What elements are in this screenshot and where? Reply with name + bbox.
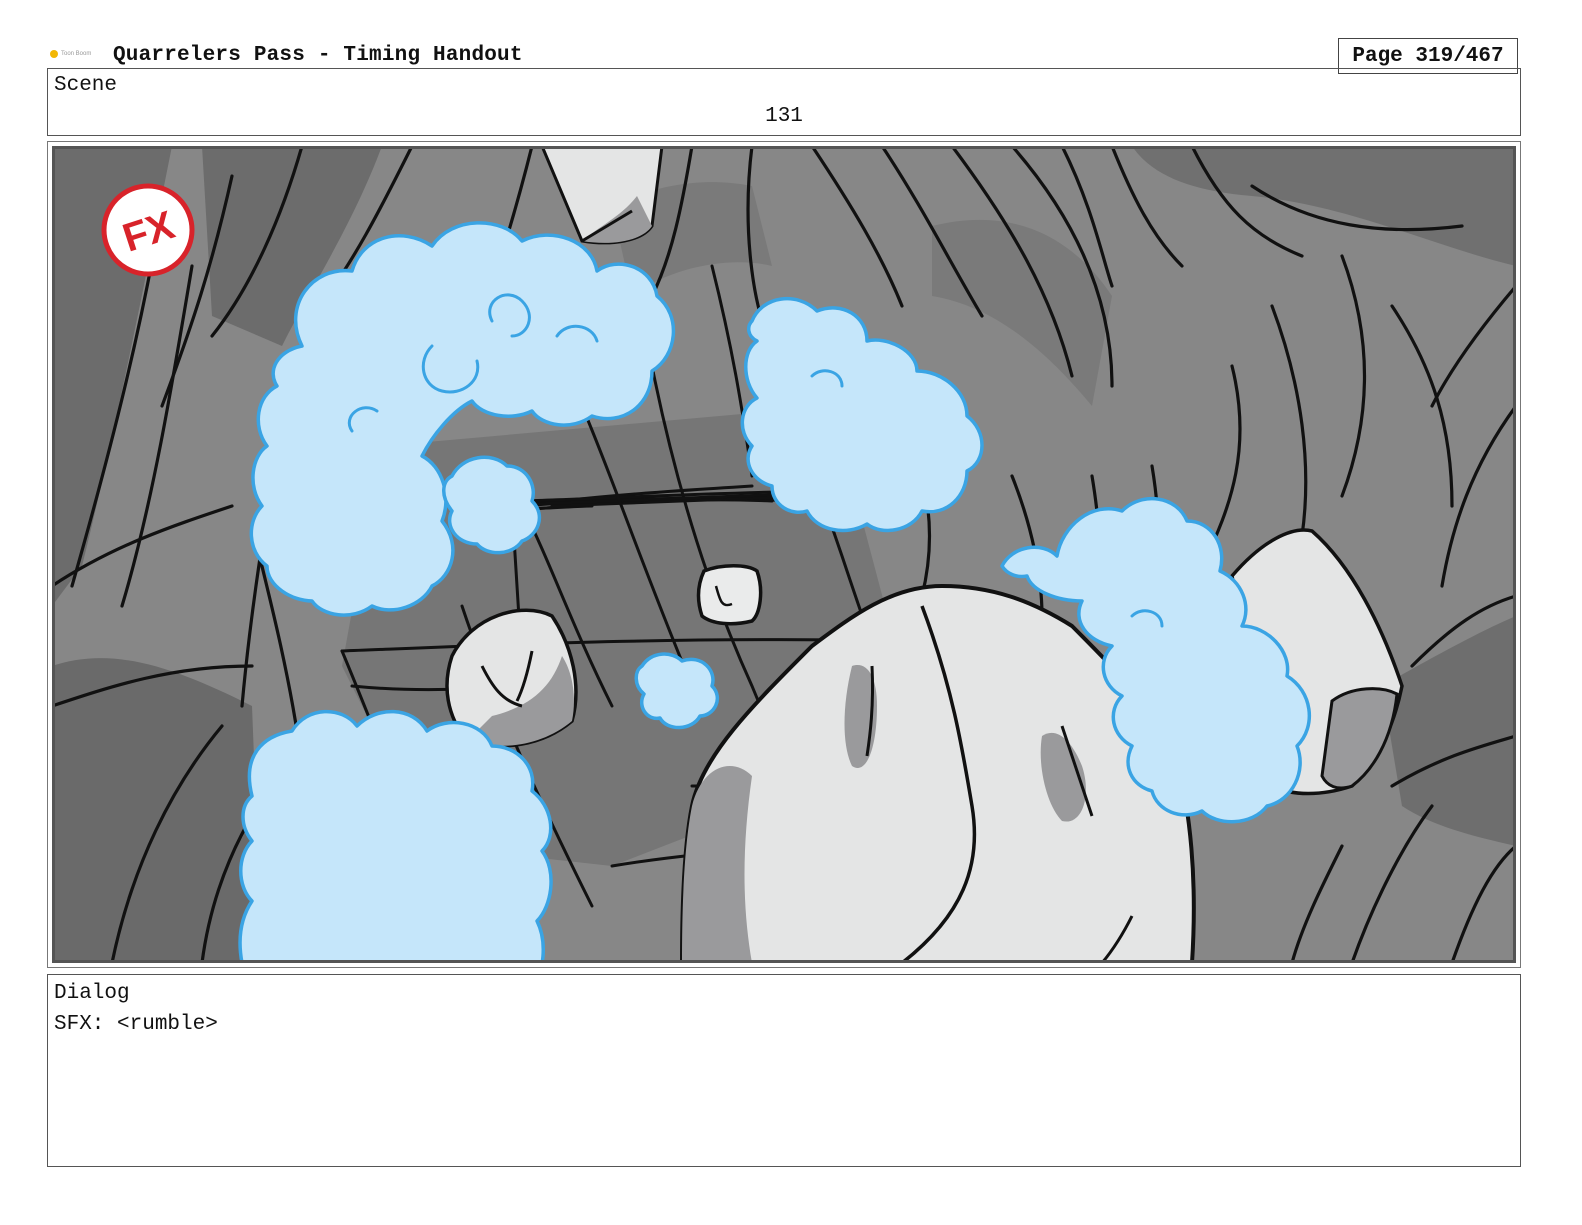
panel-drawing: FX — [52, 146, 1516, 963]
scene-label: Scene — [54, 74, 118, 97]
dialog-box: Dialog SFX: <rumble> — [47, 974, 1521, 1167]
storyboard-panel: FX — [47, 141, 1521, 968]
logo-text: Toon Boom — [61, 51, 92, 57]
toon-boom-logo: Toon Boom — [50, 50, 91, 58]
scene-box: Scene 131 — [47, 68, 1521, 136]
sun-icon — [50, 50, 58, 58]
dialog-text: SFX: <rumble> — [54, 1013, 218, 1036]
fx-badge: FX — [101, 183, 195, 277]
document-title: Quarrelers Pass - Timing Handout — [113, 44, 523, 67]
dialog-label: Dialog — [54, 982, 130, 1005]
scene-number: 131 — [765, 105, 803, 128]
